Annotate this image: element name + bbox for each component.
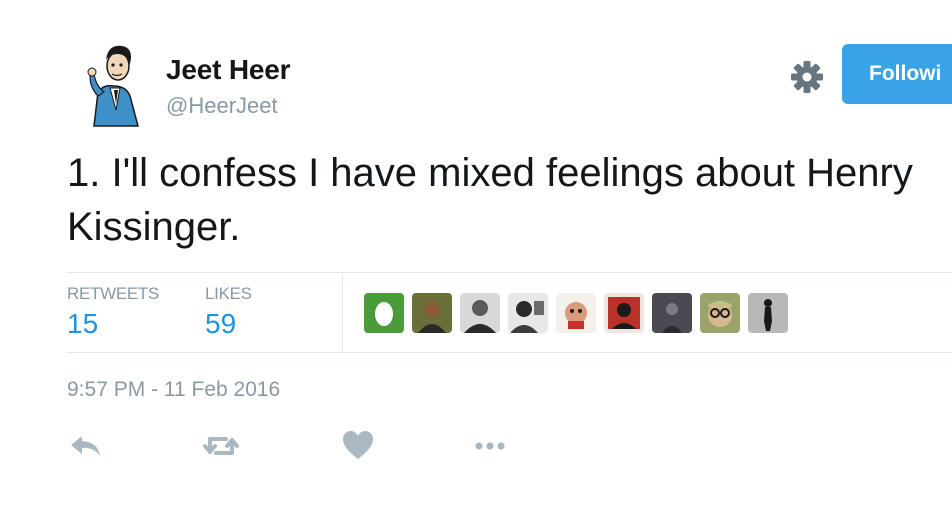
divider xyxy=(67,352,952,353)
display-name[interactable]: Jeet Heer xyxy=(166,54,290,86)
liker-avatar[interactable] xyxy=(700,293,740,333)
liker-avatar[interactable] xyxy=(460,293,500,333)
likes-count: 59 xyxy=(205,308,237,339)
tweet-text: 1. I'll confess I have mixed feelings ab… xyxy=(67,151,913,249)
more-icon[interactable] xyxy=(472,428,508,464)
liker-avatar[interactable] xyxy=(748,293,788,333)
tweet-timestamp[interactable]: 9:57 PM - 11 Feb 2016 xyxy=(67,378,280,402)
retweets-label: RETWEETS xyxy=(67,284,160,303)
stats-divider xyxy=(342,274,343,352)
liker-avatar[interactable] xyxy=(556,293,596,333)
liker-avatar[interactable] xyxy=(364,293,404,333)
liker-avatar[interactable] xyxy=(412,293,452,333)
likes-label: LIKES xyxy=(205,284,252,303)
gear-icon[interactable] xyxy=(788,58,826,96)
heart-icon[interactable] xyxy=(340,428,376,464)
likes-stat[interactable]: LIKES 59 xyxy=(205,284,252,340)
user-avatar[interactable] xyxy=(80,40,144,128)
divider xyxy=(67,272,952,273)
liker-avatar[interactable] xyxy=(652,293,692,333)
retweet-icon[interactable] xyxy=(200,428,242,464)
liker-avatar[interactable] xyxy=(508,293,548,333)
liker-avatar[interactable] xyxy=(604,293,644,333)
reply-icon[interactable] xyxy=(68,428,104,464)
follow-button[interactable]: Followi xyxy=(842,44,952,104)
retweets-stat[interactable]: RETWEETS 15 xyxy=(67,284,159,340)
retweets-count: 15 xyxy=(67,308,99,339)
user-handle[interactable]: @HeerJeet xyxy=(166,93,278,119)
